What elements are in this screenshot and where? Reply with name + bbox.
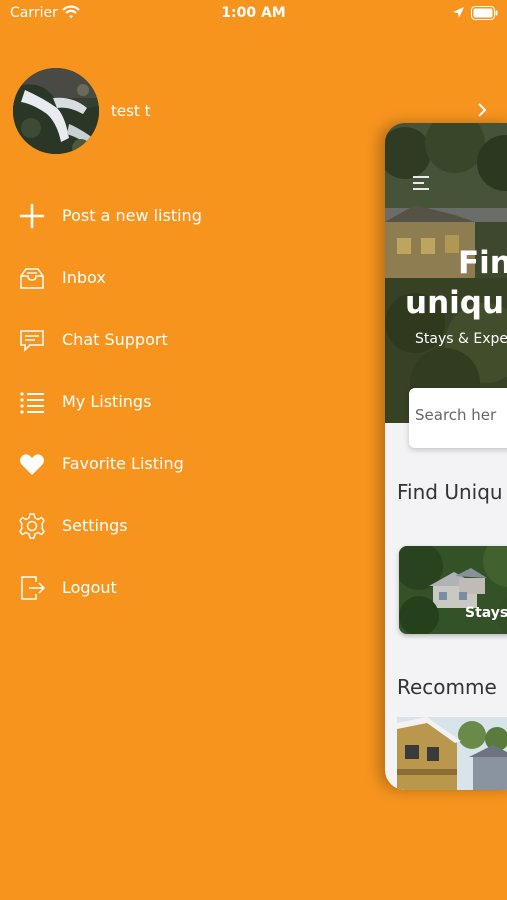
menu-item-my-listings[interactable]: My Listings <box>0 380 340 424</box>
main-screen-preview[interactable]: Fin uniqu Stays & Expe Find Uniqu Stays … <box>385 123 507 790</box>
heart-icon <box>20 454 44 475</box>
search-input[interactable] <box>415 406 507 424</box>
chat-icon <box>20 330 44 352</box>
menu-item-label: Favorite Listing <box>62 454 184 473</box>
menu-item-label: Chat Support <box>62 330 168 349</box>
menu-item-inbox[interactable]: Inbox <box>0 256 340 300</box>
menu-item-logout[interactable]: Logout <box>0 566 340 610</box>
logout-icon <box>21 576 46 600</box>
status-bar: Carrier 1:00 AM <box>0 0 507 28</box>
waterfall-photo-icon <box>13 68 99 154</box>
plus-icon <box>19 203 45 229</box>
hero-subtitle: Stays & Expe <box>415 331 507 347</box>
hamburger-menu-icon[interactable] <box>412 175 430 191</box>
hero-banner: Fin uniqu Stays & Expe <box>385 123 507 423</box>
menu-item-settings[interactable]: Settings <box>0 504 340 548</box>
hero-title-line2: uniqu <box>405 285 505 321</box>
menu-item-chat-support[interactable]: Chat Support <box>0 318 340 362</box>
menu-item-label: My Listings <box>62 392 152 411</box>
menu-item-label: Settings <box>62 516 128 535</box>
menu-item-favorite-listing[interactable]: Favorite Listing <box>0 442 340 486</box>
search-box[interactable] <box>409 388 507 448</box>
gear-icon <box>19 513 45 539</box>
menu-item-post-listing[interactable]: Post a new listing <box>0 194 340 238</box>
avatar[interactable] <box>13 68 99 154</box>
hero-title-line1: Fin <box>458 245 507 281</box>
chevron-right-icon[interactable] <box>476 102 488 118</box>
battery-icon <box>471 6 498 20</box>
location-arrow-icon <box>453 7 464 18</box>
menu-item-label: Inbox <box>62 268 106 287</box>
section-title-recommended: Recomme <box>397 675 497 699</box>
section-title-find: Find Uniqu <box>397 480 503 504</box>
inbox-icon <box>20 268 44 289</box>
list-icon <box>20 392 44 414</box>
category-card-stays[interactable]: Stays <box>399 546 507 634</box>
menu-item-label: Post a new listing <box>62 206 202 225</box>
recommended-photo <box>397 717 507 790</box>
category-label: Stays <box>465 605 507 621</box>
profile-name[interactable]: test t <box>111 102 150 120</box>
status-time: 1:00 AM <box>221 5 286 21</box>
menu-item-label: Logout <box>62 578 117 597</box>
recommended-listing-image[interactable] <box>397 717 507 790</box>
